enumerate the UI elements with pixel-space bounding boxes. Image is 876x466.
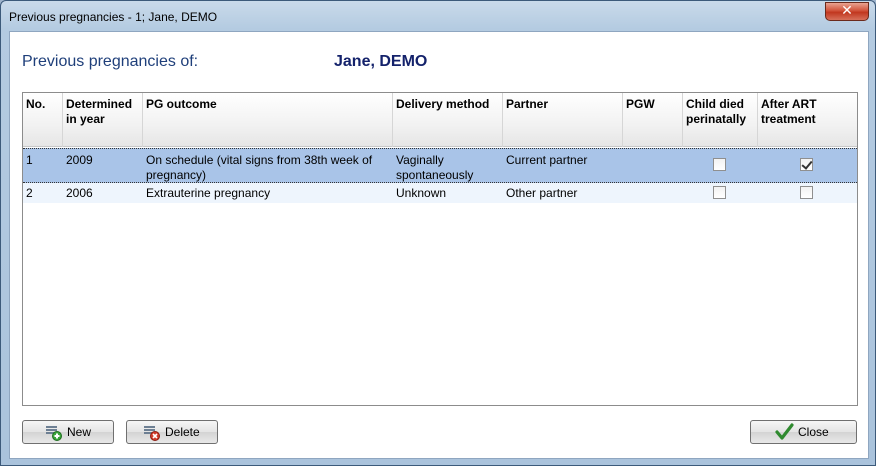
title-bar[interactable]: Previous pregnancies - 1; Jane, DEMO ✕ (1, 1, 875, 31)
child-died-checkbox[interactable] (713, 158, 726, 171)
window-close-button[interactable]: ✕ (825, 2, 869, 21)
column-header-pgw[interactable]: PGW (623, 93, 683, 147)
column-header-outcome[interactable]: PG outcome (143, 93, 393, 147)
pregnancies-table[interactable]: No. Determined in year PG outcome Delive… (22, 92, 858, 406)
close-button-label: Close (798, 425, 829, 439)
patient-name: Jane, DEMO (334, 53, 428, 70)
new-button-label: New (67, 425, 92, 439)
window-title: Previous pregnancies - 1; Jane, DEMO (9, 10, 218, 24)
checkmark-icon (775, 423, 794, 448)
cell-pgw (623, 149, 683, 157)
table-row[interactable]: 1 2009 On schedule (vital signs from 38t… (23, 148, 857, 183)
table-header: No. Determined in year PG outcome Delive… (23, 93, 857, 147)
column-header-partner[interactable]: Partner (503, 93, 623, 147)
column-header-delivery[interactable]: Delivery method (393, 93, 503, 147)
close-icon: ✕ (841, 3, 853, 19)
table-row[interactable]: 2 2006 Extrauterine pregnancy Unknown Ot… (23, 183, 857, 203)
dialog-content: Previous pregnancies of: Jane, DEMO No. … (9, 31, 869, 459)
cell-year: 2006 (66, 186, 93, 200)
cell-partner: Other partner (506, 186, 578, 200)
delete-button[interactable]: Delete (126, 420, 218, 444)
cell-outcome: Extrauterine pregnancy (146, 186, 271, 200)
column-header-year[interactable]: Determined in year (63, 93, 143, 147)
delete-icon (143, 424, 160, 448)
column-header-after-art[interactable]: After ART treatment (758, 93, 857, 147)
column-header-no[interactable]: No. (23, 93, 63, 147)
after-art-checkbox[interactable] (800, 186, 813, 199)
child-died-checkbox[interactable] (713, 186, 726, 199)
add-icon (45, 424, 62, 448)
cell-outcome: On schedule (vital signs from 38th week … (146, 153, 373, 182)
dialog-window: Previous pregnancies - 1; Jane, DEMO ✕ P… (0, 0, 876, 466)
delete-button-label: Delete (165, 425, 200, 439)
new-button[interactable]: New (22, 420, 114, 444)
after-art-checkbox[interactable] (800, 158, 813, 171)
cell-delivery: Vaginally spontaneously (396, 153, 474, 182)
cell-delivery: Unknown (396, 186, 447, 200)
close-button[interactable]: Close (750, 420, 857, 444)
cell-no: 2 (26, 186, 33, 200)
cell-no: 1 (26, 153, 33, 167)
page-title: Previous pregnancies of: (22, 53, 199, 70)
cell-partner: Current partner (506, 153, 588, 167)
cell-pgw (623, 183, 683, 190)
cell-year: 2009 (66, 153, 93, 167)
column-header-child-died[interactable]: Child died perinatally (683, 93, 758, 147)
